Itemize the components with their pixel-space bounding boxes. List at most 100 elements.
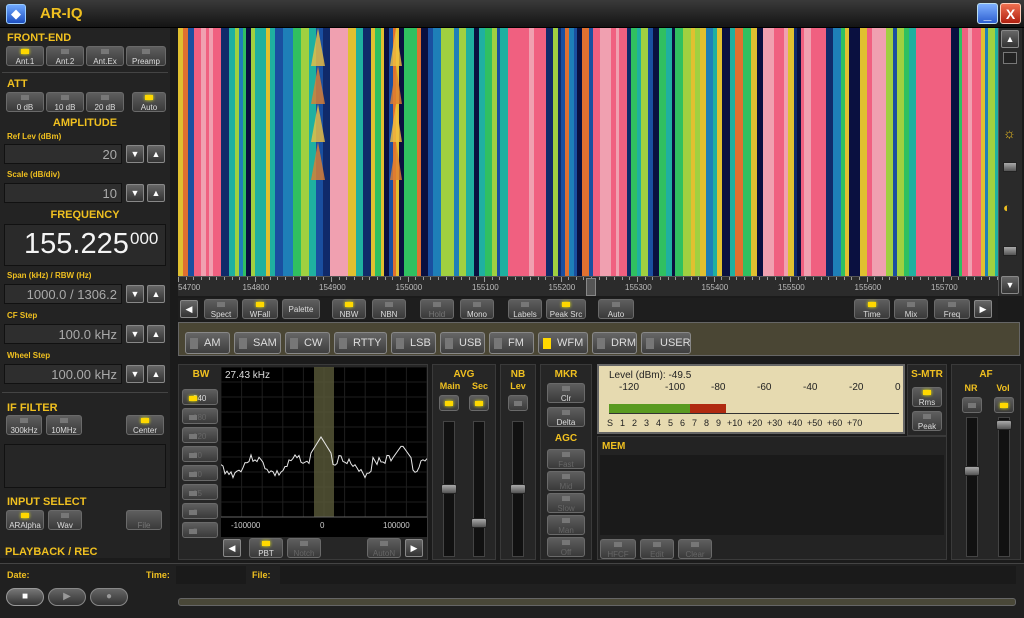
wheel-step-input[interactable]: 100.00 kHz xyxy=(4,364,122,384)
ref-level-up-button[interactable]: ▲ xyxy=(147,145,165,163)
peak-src-button[interactable]: Peak Src xyxy=(546,299,586,319)
antex-button[interactable]: Ant.Ex xyxy=(86,46,124,66)
bw-180-button[interactable]: 180 xyxy=(182,408,218,424)
bw-6-button[interactable]: 6 xyxy=(182,503,218,519)
scale-up-button[interactable]: ▲ xyxy=(147,184,165,202)
mem-hfcf-button[interactable]: HFCF xyxy=(600,539,636,559)
mem-clear-button[interactable]: Clear xyxy=(678,539,712,559)
mode-usb-button[interactable]: USB xyxy=(440,332,485,354)
palette-button[interactable]: Palette xyxy=(282,299,320,319)
toolbar-right-button[interactable]: ▶ xyxy=(974,300,992,318)
input-aralpha-button[interactable]: ARAlpha xyxy=(6,510,44,530)
mode-am-button[interactable]: AM xyxy=(185,332,230,354)
avg-sec-button[interactable] xyxy=(469,395,489,411)
bw-120-button[interactable]: 120 xyxy=(182,427,218,443)
scroll-down-button[interactable]: ▼ xyxy=(1001,276,1019,294)
cf-step-input[interactable]: 100.0 kHz xyxy=(4,324,122,344)
mode-rtty-button[interactable]: RTTY xyxy=(334,332,387,354)
bw-left-button[interactable]: ◀ xyxy=(223,539,241,557)
agc-fast-button[interactable]: Fast xyxy=(547,449,585,469)
att-0db-button[interactable]: 0 dB xyxy=(6,92,44,112)
playback-progress-bar[interactable] xyxy=(178,598,1016,606)
slider-knob[interactable] xyxy=(510,484,526,494)
ref-level-input[interactable]: 20 xyxy=(4,144,122,164)
span-input[interactable]: 1000.0 / 1306.2 xyxy=(4,284,122,304)
freq-button[interactable]: Freq xyxy=(934,299,970,319)
if-300khz-button[interactable]: 300kHz xyxy=(6,415,42,435)
toolbar-left-button[interactable]: ◀ xyxy=(180,300,198,318)
agc-man-button[interactable]: Man xyxy=(547,515,585,535)
af-nr-slider[interactable] xyxy=(964,417,980,557)
nbw-button[interactable]: NBW xyxy=(332,299,366,319)
ant1-button[interactable]: Ant.1 xyxy=(6,46,44,66)
pbt-button[interactable]: PBT xyxy=(249,538,283,558)
bw-15-button[interactable]: 15 xyxy=(182,484,218,500)
nb-level-slider[interactable] xyxy=(510,421,526,557)
mix-button[interactable]: Mix xyxy=(894,299,928,319)
bw-30-button[interactable]: 30 xyxy=(182,465,218,481)
mode-sam-button[interactable]: SAM xyxy=(234,332,281,354)
ruler-marker[interactable] xyxy=(586,278,596,296)
bw-spectrum-plot[interactable]: 27.43 kHz -100000 0 100000 xyxy=(220,366,428,537)
input-wav-button[interactable]: Wav xyxy=(48,510,82,530)
mode-drm-button[interactable]: DRM xyxy=(592,332,637,354)
agc-mid-button[interactable]: Mid xyxy=(547,471,585,491)
waterfall-display[interactable] xyxy=(178,28,998,276)
nb-button[interactable] xyxy=(508,395,528,411)
mode-cw-button[interactable]: CW xyxy=(285,332,330,354)
cf-step-down-button[interactable]: ▼ xyxy=(126,325,144,343)
stop-button[interactable]: ■ xyxy=(6,588,44,606)
slider-knob[interactable] xyxy=(964,466,980,476)
mode-user-button[interactable]: USER xyxy=(641,332,691,354)
spect-button[interactable]: Spect xyxy=(204,299,238,319)
scroll-up-button[interactable]: ▲ xyxy=(1001,30,1019,48)
att-20db-button[interactable]: 20 dB xyxy=(86,92,124,112)
avg-sec-slider[interactable] xyxy=(471,421,487,557)
play-button[interactable]: ▶ xyxy=(48,588,86,606)
bw-240-button[interactable]: 240 xyxy=(182,389,218,405)
att-10db-button[interactable]: 10 dB xyxy=(46,92,84,112)
af-vol-button[interactable] xyxy=(994,397,1014,413)
span-up-button[interactable]: ▲ xyxy=(147,285,165,303)
span-down-button[interactable]: ▼ xyxy=(126,285,144,303)
smtr-peak-button[interactable]: Peak xyxy=(912,411,942,431)
wfall-button[interactable]: WFall xyxy=(242,299,278,319)
if-10mhz-button[interactable]: 10MHz xyxy=(46,415,82,435)
scale-input[interactable]: 10 xyxy=(4,183,122,203)
smtr-rms-button[interactable]: Rms xyxy=(912,387,942,407)
brightness-slider-knob[interactable] xyxy=(1003,162,1017,172)
mode-wfm-button[interactable]: WFM xyxy=(538,332,588,354)
mono-button[interactable]: Mono xyxy=(460,299,494,319)
slider-knob[interactable] xyxy=(441,484,457,494)
bw-60-button[interactable]: 60 xyxy=(182,446,218,462)
avg-main-slider[interactable] xyxy=(441,421,457,557)
mkr-clr-button[interactable]: Clr xyxy=(547,383,585,403)
slider-knob[interactable] xyxy=(471,518,487,528)
slider-knob[interactable] xyxy=(996,420,1012,430)
bw-right-button[interactable]: ▶ xyxy=(405,539,423,557)
auton-button[interactable]: AutoN xyxy=(367,538,401,558)
hold-button[interactable]: Hold xyxy=(420,299,454,319)
input-file-button[interactable]: File xyxy=(126,510,162,530)
mem-edit-button[interactable]: Edit xyxy=(640,539,674,559)
contrast-slider-knob[interactable] xyxy=(1003,246,1017,256)
auto-button[interactable]: Auto xyxy=(598,299,634,319)
agc-slow-button[interactable]: Slow xyxy=(547,493,585,513)
labels-button[interactable]: Labels xyxy=(508,299,542,319)
nbn-button[interactable]: NBN xyxy=(372,299,406,319)
wheel-step-down-button[interactable]: ▼ xyxy=(126,365,144,383)
avg-main-button[interactable] xyxy=(439,395,459,411)
wheel-step-up-button[interactable]: ▲ xyxy=(147,365,165,383)
ant2-button[interactable]: Ant.2 xyxy=(46,46,84,66)
frequency-display[interactable]: 155.225 000 xyxy=(4,224,166,266)
agc-off-button[interactable]: Off xyxy=(547,537,585,557)
ref-level-down-button[interactable]: ▼ xyxy=(126,145,144,163)
brightness-handle[interactable] xyxy=(1003,52,1017,64)
close-button[interactable]: X xyxy=(1000,3,1021,24)
mem-list[interactable] xyxy=(600,455,944,535)
cf-step-up-button[interactable]: ▲ xyxy=(147,325,165,343)
record-button[interactable]: ● xyxy=(90,588,128,606)
notch-button[interactable]: Notch xyxy=(287,538,321,558)
mkr-delta-button[interactable]: Delta xyxy=(547,407,585,427)
if-center-button[interactable]: Center xyxy=(126,415,164,435)
